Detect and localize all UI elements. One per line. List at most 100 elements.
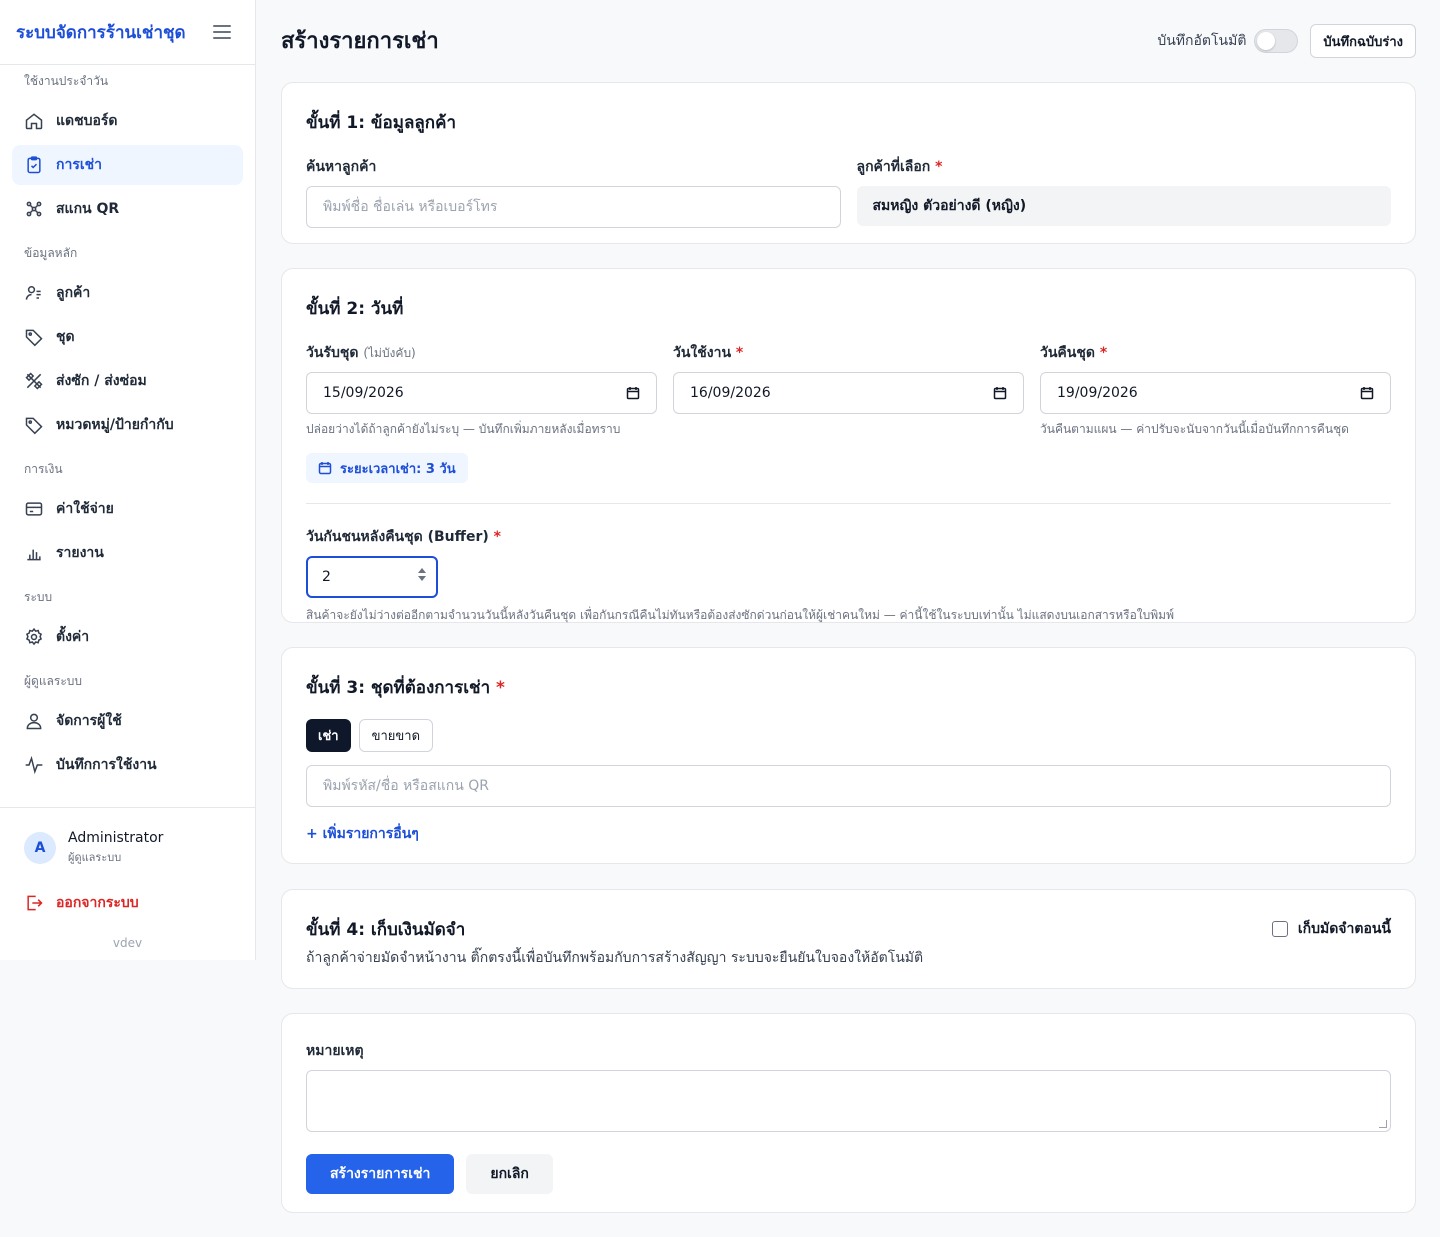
sidebar-item-label: สแกน QR bbox=[56, 201, 120, 217]
step3-title-text: ขั้นที่ 3: ชุดที่ต้องการเช่า bbox=[306, 678, 491, 698]
logout-button[interactable]: ออกจากระบบ bbox=[24, 892, 231, 914]
optional-tag: (ไม่บังคับ) bbox=[363, 346, 416, 360]
logout-label: ออกจากระบบ bbox=[56, 895, 139, 911]
create-rental-button[interactable]: สร้างรายการเช่า bbox=[306, 1154, 455, 1194]
buffer-days-value: 2 bbox=[322, 569, 331, 585]
selected-customer-label: ลูกค้าที่เลือก * bbox=[856, 159, 943, 175]
sidebar-item-expenses[interactable]: ค่าใช้จ่าย bbox=[12, 489, 243, 529]
home-icon bbox=[25, 113, 43, 130]
step2-dates-card: ขั้นที่ 2: วันที่ วันรับชุด (ไม่บังคับ) … bbox=[281, 268, 1416, 623]
label-icon bbox=[25, 417, 43, 435]
sidebar-item-label: ชุด bbox=[56, 329, 75, 345]
sidebar-item-label: ลูกค้า bbox=[56, 285, 91, 301]
calendar-icon[interactable] bbox=[626, 386, 640, 400]
nav-section-finance: การเงิน bbox=[24, 462, 63, 476]
step4-title: ขั้นที่ 4: เก็บเงินมัดจำ bbox=[306, 920, 466, 940]
pickup-date-value: 15/09/2026 bbox=[323, 385, 404, 401]
sidebar-item-categories[interactable]: หมวดหมู่/ป้ายกำกับ bbox=[12, 405, 243, 445]
clipboard-icon bbox=[27, 156, 41, 174]
sidebar-item-dashboard[interactable]: แดชบอร์ด bbox=[12, 101, 243, 141]
sidebar-item-settings[interactable]: ตั้งค่า bbox=[12, 617, 243, 657]
page-header: สร้างรายการเช่า บันทึกอัตโนมัติ บันทึกฉบ… bbox=[281, 0, 1416, 82]
return-date-input[interactable]: 19/09/2026 bbox=[1040, 372, 1391, 414]
toggle-knob bbox=[1257, 32, 1276, 50]
deposit-checkbox[interactable] bbox=[1271, 920, 1288, 937]
return-date-label: วันคืนชุด * bbox=[1040, 345, 1108, 361]
user-icon bbox=[26, 713, 42, 730]
sidebar-item-customers[interactable]: ลูกค้า bbox=[12, 273, 243, 313]
credit-card-icon bbox=[25, 502, 43, 516]
buffer-days-label-text: วันกันชนหลังคืนชุด (Buffer) bbox=[306, 529, 489, 545]
activity-icon bbox=[25, 755, 43, 775]
sidebar-item-reports[interactable]: รายงาน bbox=[12, 533, 243, 573]
customers-icon bbox=[25, 286, 41, 300]
nav-section-system: ระบบ bbox=[24, 590, 53, 604]
user-profile[interactable]: A Administrator ผู้ดูแลระบบ bbox=[24, 830, 231, 866]
return-date-hint: วันคืนตามแผน — ค่าปรับจะนับจากวันนี้เมื่… bbox=[1040, 422, 1349, 436]
sidebar-item-label: ตั้งค่า bbox=[56, 629, 90, 645]
pickup-date-hint: ปล่อยว่างได้ถ้าลูกค้ายังไม่ระบุ — บันทึก… bbox=[306, 422, 621, 436]
buffer-days-input[interactable]: 2 bbox=[306, 556, 438, 598]
sidebar-item-label: การเช่า bbox=[56, 157, 103, 173]
sidebar-item-outfits[interactable]: ชุด bbox=[12, 317, 243, 357]
bar-chart-icon bbox=[27, 549, 41, 561]
page-title: สร้างรายการเช่า bbox=[281, 28, 439, 54]
logout-icon bbox=[27, 895, 43, 911]
sidebar-item-rentals[interactable]: การเช่า bbox=[12, 145, 243, 185]
use-date-label: วันใช้งาน * bbox=[673, 345, 744, 361]
use-date-input[interactable]: 16/09/2026 bbox=[673, 372, 1024, 414]
avatar: A bbox=[24, 832, 56, 864]
calendar-icon[interactable] bbox=[993, 386, 1007, 400]
brand-title[interactable]: ระบบจัดการร้านเช่าชุด bbox=[16, 19, 186, 46]
add-item-link[interactable]: + เพิ่มรายการอื่นๆ bbox=[306, 826, 419, 842]
nav-section-admin: ผู้ดูแลระบบ bbox=[24, 674, 83, 688]
section-divider bbox=[306, 503, 1391, 504]
header-actions: บันทึกอัตโนมัติ บันทึกฉบับร่าง bbox=[1157, 24, 1416, 58]
step1-title: ขั้นที่ 1: ข้อมูลลูกค้า bbox=[306, 113, 456, 133]
sidebar: ระบบจัดการร้านเช่าชุด ใช้งานประจำวัน แดช… bbox=[0, 0, 256, 960]
save-draft-button[interactable]: บันทึกฉบับร่าง bbox=[1310, 24, 1416, 58]
sidebar-item-qr-scan[interactable]: สแกน QR bbox=[12, 189, 243, 229]
nav-section-daily: ใช้งานประจำวัน bbox=[24, 74, 109, 88]
notes-textarea[interactable] bbox=[306, 1070, 1391, 1132]
mode-rent-button[interactable]: เช่า bbox=[306, 719, 351, 752]
use-date-value: 16/09/2026 bbox=[690, 385, 771, 401]
calendar-icon bbox=[318, 462, 332, 475]
sidebar-item-label: ค่าใช้จ่าย bbox=[56, 501, 114, 517]
customer-search-input[interactable]: พิมพ์ชื่อ ชื่อเล่น หรือเบอร์โทร bbox=[306, 186, 841, 228]
number-stepper[interactable] bbox=[418, 568, 426, 581]
selected-customer-label-text: ลูกค้าที่เลือก bbox=[856, 159, 931, 175]
step4-description: ถ้าลูกค้าจ่ายมัดจำหน้างาน ติ๊กตรงนี้เพื่… bbox=[306, 950, 924, 966]
app-version: vdev bbox=[112, 936, 143, 950]
step1-customer-card: ขั้นที่ 1: ข้อมูลลูกค้า ค้นหาลูกค้า พิมพ… bbox=[281, 82, 1416, 244]
step3-title: ขั้นที่ 3: ชุดที่ต้องการเช่า * bbox=[306, 678, 505, 698]
autosave-toggle[interactable] bbox=[1254, 29, 1299, 53]
autosave-label: บันทึกอัตโนมัติ bbox=[1157, 33, 1247, 49]
calendar-icon[interactable] bbox=[1360, 386, 1374, 400]
rental-duration-text: ระยะเวลาเช่า: 3 วัน bbox=[340, 461, 456, 477]
sidebar-item-label: จัดการผู้ใช้ bbox=[56, 713, 122, 729]
buffer-days-hint: สินค้าจะยังไม่ว่างต่ออีกตามจำนวนวันนี้หล… bbox=[306, 608, 1174, 622]
sidebar-item-activity-log[interactable]: บันทึกการใช้งาน bbox=[12, 745, 243, 785]
notes-card: หมายเหตุ สร้างรายการเช่า ยกเลิก bbox=[281, 1013, 1416, 1213]
step2-title: ขั้นที่ 2: วันที่ bbox=[306, 299, 404, 319]
hamburger-menu-icon[interactable] bbox=[213, 25, 231, 39]
mode-sell-button[interactable]: ขายขาด bbox=[358, 719, 434, 752]
pickup-date-input[interactable]: 15/09/2026 bbox=[306, 372, 657, 414]
customer-search-label: ค้นหาลูกค้า bbox=[306, 159, 377, 175]
cancel-button[interactable]: ยกเลิก bbox=[466, 1154, 553, 1194]
sidebar-item-label: หมวดหมู่/ป้ายกำกับ bbox=[56, 417, 174, 433]
resize-handle[interactable] bbox=[1379, 1120, 1387, 1128]
sidebar-item-label: แดชบอร์ด bbox=[56, 113, 118, 129]
tools-icon bbox=[25, 372, 43, 390]
main-content: สร้างรายการเช่า บันทึกอัตโนมัติ บันทึกฉบ… bbox=[281, 0, 1416, 1213]
outfit-search-input[interactable]: พิมพ์รหัส/ชื่อ หรือสแกน QR bbox=[306, 765, 1391, 807]
sidebar-item-users[interactable]: จัดการผู้ใช้ bbox=[12, 701, 243, 741]
sidebar-item-laundry-repair[interactable]: ส่งซัก / ส่งซ่อม bbox=[12, 361, 243, 401]
rental-duration-badge: ระยะเวลาเช่า: 3 วัน bbox=[306, 453, 468, 483]
qr-scan-icon bbox=[26, 201, 42, 217]
sidebar-footer: A Administrator ผู้ดูแลระบบ ออกจากระบบ v… bbox=[0, 807, 255, 950]
deposit-checkbox-row[interactable]: เก็บมัดจำตอนนี้ bbox=[1271, 914, 1391, 943]
selected-customer-value: สมหญิง ตัวอย่างดี (หญิง) bbox=[856, 186, 1391, 226]
nav-section-master: ข้อมูลหลัก bbox=[24, 246, 78, 260]
